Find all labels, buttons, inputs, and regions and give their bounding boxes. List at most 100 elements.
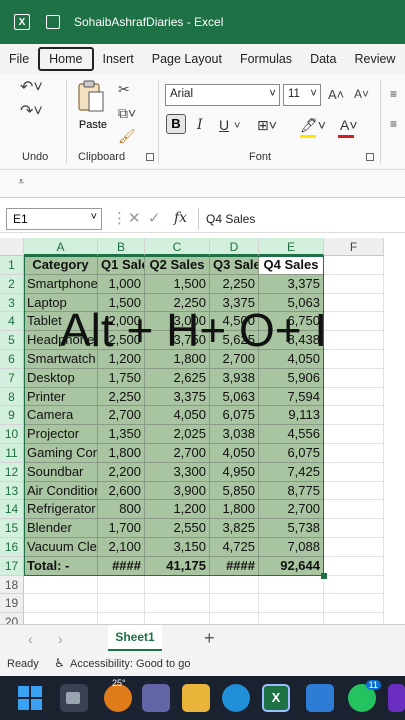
- bold-button[interactable]: B: [166, 114, 186, 134]
- paste-button[interactable]: Paste: [76, 80, 110, 132]
- empty-cell[interactable]: [324, 462, 384, 482]
- empty-cell[interactable]: [324, 274, 384, 294]
- row-header[interactable]: 11: [0, 444, 24, 463]
- table-cell[interactable]: 5,063: [210, 387, 259, 407]
- table-cell[interactable]: Projector: [24, 425, 98, 444]
- empty-cell[interactable]: [98, 594, 145, 614]
- decrease-font-icon[interactable]: A˅: [354, 88, 369, 100]
- table-cell[interactable]: 1,800: [210, 500, 259, 520]
- empty-cell[interactable]: [259, 575, 324, 595]
- redo-icon[interactable]: ↷˅: [20, 104, 43, 120]
- table-cell[interactable]: 3,938: [210, 368, 259, 388]
- table-cell[interactable]: 800: [98, 500, 145, 520]
- table-cell[interactable]: 7,425: [259, 462, 324, 482]
- empty-cell[interactable]: [324, 538, 384, 557]
- windows-start-icon[interactable]: [16, 684, 44, 712]
- empty-cell[interactable]: [324, 368, 384, 388]
- weather-icon[interactable]: [104, 684, 132, 712]
- table-cell[interactable]: 3,150: [145, 538, 210, 557]
- clipboard-launcher-icon[interactable]: [146, 153, 154, 161]
- empty-cell[interactable]: [324, 444, 384, 463]
- column-title[interactable]: Q1 Sales: [98, 256, 145, 275]
- table-cell[interactable]: Total: -: [24, 556, 98, 576]
- table-cell[interactable]: 4,556: [259, 425, 324, 444]
- column-header-e[interactable]: E: [259, 238, 324, 256]
- tab-data[interactable]: Data: [301, 47, 345, 71]
- empty-cell[interactable]: [324, 293, 384, 313]
- table-cell[interactable]: 5,850: [210, 481, 259, 501]
- store-icon[interactable]: [306, 684, 334, 712]
- file-explorer-icon[interactable]: [182, 684, 210, 712]
- empty-cell[interactable]: [324, 312, 384, 332]
- table-cell[interactable]: 9,113: [259, 406, 324, 426]
- table-cell[interactable]: 2,100: [98, 538, 145, 557]
- column-title[interactable]: Q2 Sales: [145, 256, 210, 275]
- table-cell[interactable]: 41,175: [145, 556, 210, 576]
- empty-cell[interactable]: [324, 575, 384, 595]
- cancel-icon[interactable]: ✕: [128, 209, 141, 227]
- table-cell[interactable]: 3,375: [145, 387, 210, 407]
- row-header[interactable]: 19: [0, 594, 24, 614]
- empty-cell[interactable]: [24, 594, 98, 614]
- font-launcher-icon[interactable]: [366, 153, 374, 161]
- row-header[interactable]: 16: [0, 538, 24, 557]
- table-cell[interactable]: 4,725: [210, 538, 259, 557]
- quick-access-chevron-icon[interactable]: ⩡: [18, 176, 24, 189]
- sheet-prev-icon[interactable]: ‹: [28, 631, 33, 647]
- column-header-f[interactable]: F: [324, 238, 384, 256]
- table-cell[interactable]: 8,775: [259, 481, 324, 501]
- row-header[interactable]: 8: [0, 387, 24, 407]
- save-icon[interactable]: [46, 15, 60, 29]
- table-cell[interactable]: 3,038: [210, 425, 259, 444]
- italic-button[interactable]: I: [197, 117, 203, 133]
- empty-cell[interactable]: [210, 594, 259, 614]
- edge-icon[interactable]: [222, 684, 250, 712]
- table-cell[interactable]: Gaming Console: [24, 444, 98, 463]
- table-cell[interactable]: 2,600: [98, 481, 145, 501]
- table-cell[interactable]: Blender: [24, 519, 98, 538]
- table-cell[interactable]: 1,750: [98, 368, 145, 388]
- select-all-corner[interactable]: [0, 238, 24, 256]
- table-cell[interactable]: 2,250: [98, 387, 145, 407]
- empty-cell[interactable]: [324, 387, 384, 407]
- enter-icon[interactable]: ✓: [148, 209, 161, 227]
- sheet-tab-sheet1[interactable]: Sheet1: [108, 625, 162, 651]
- empty-cell[interactable]: [324, 500, 384, 520]
- column-header-a[interactable]: A: [24, 238, 98, 256]
- table-cell[interactable]: 2,700: [98, 406, 145, 426]
- tab-insert[interactable]: Insert: [94, 47, 143, 71]
- table-cell[interactable]: 92,644: [259, 556, 324, 576]
- row-header[interactable]: 4: [0, 312, 24, 332]
- add-sheet-icon[interactable]: +: [204, 628, 215, 649]
- table-cell[interactable]: 6,075: [259, 444, 324, 463]
- font-name-select[interactable]: Arial ˅: [165, 84, 280, 106]
- empty-cell[interactable]: [98, 575, 145, 595]
- table-cell[interactable]: 4,050: [145, 406, 210, 426]
- empty-cell[interactable]: [324, 406, 384, 426]
- font-color-icon[interactable]: A˅: [340, 117, 358, 133]
- empty-cell[interactable]: [145, 594, 210, 614]
- tab-review[interactable]: Review: [345, 47, 404, 71]
- table-cell[interactable]: Desktop: [24, 368, 98, 388]
- row-header[interactable]: 2: [0, 274, 24, 294]
- row-header[interactable]: 6: [0, 350, 24, 369]
- table-cell[interactable]: 2,200: [98, 462, 145, 482]
- row-header[interactable]: 13: [0, 481, 24, 501]
- name-box[interactable]: E1 ˅: [6, 208, 102, 230]
- tab-page-layout[interactable]: Page Layout: [143, 47, 231, 71]
- empty-cell[interactable]: [259, 594, 324, 614]
- empty-cell[interactable]: [324, 481, 384, 501]
- fill-color-icon[interactable]: 🖊˅: [300, 117, 326, 134]
- table-cell[interactable]: 2,550: [145, 519, 210, 538]
- table-cell[interactable]: Vacuum Cleaner: [24, 538, 98, 557]
- teams-icon[interactable]: [142, 684, 170, 712]
- insert-function-button[interactable]: fx: [174, 210, 187, 226]
- row-header[interactable]: 14: [0, 500, 24, 520]
- empty-cell[interactable]: [324, 556, 384, 576]
- increase-font-icon[interactable]: A˄: [328, 88, 344, 101]
- borders-icon[interactable]: ⊞˅: [257, 117, 277, 134]
- font-size-select[interactable]: 11 ˅: [283, 84, 321, 106]
- accessibility-status[interactable]: Accessibility: Good to go: [70, 658, 190, 670]
- row-header[interactable]: 3: [0, 293, 24, 313]
- table-cell[interactable]: Smartphone: [24, 274, 98, 294]
